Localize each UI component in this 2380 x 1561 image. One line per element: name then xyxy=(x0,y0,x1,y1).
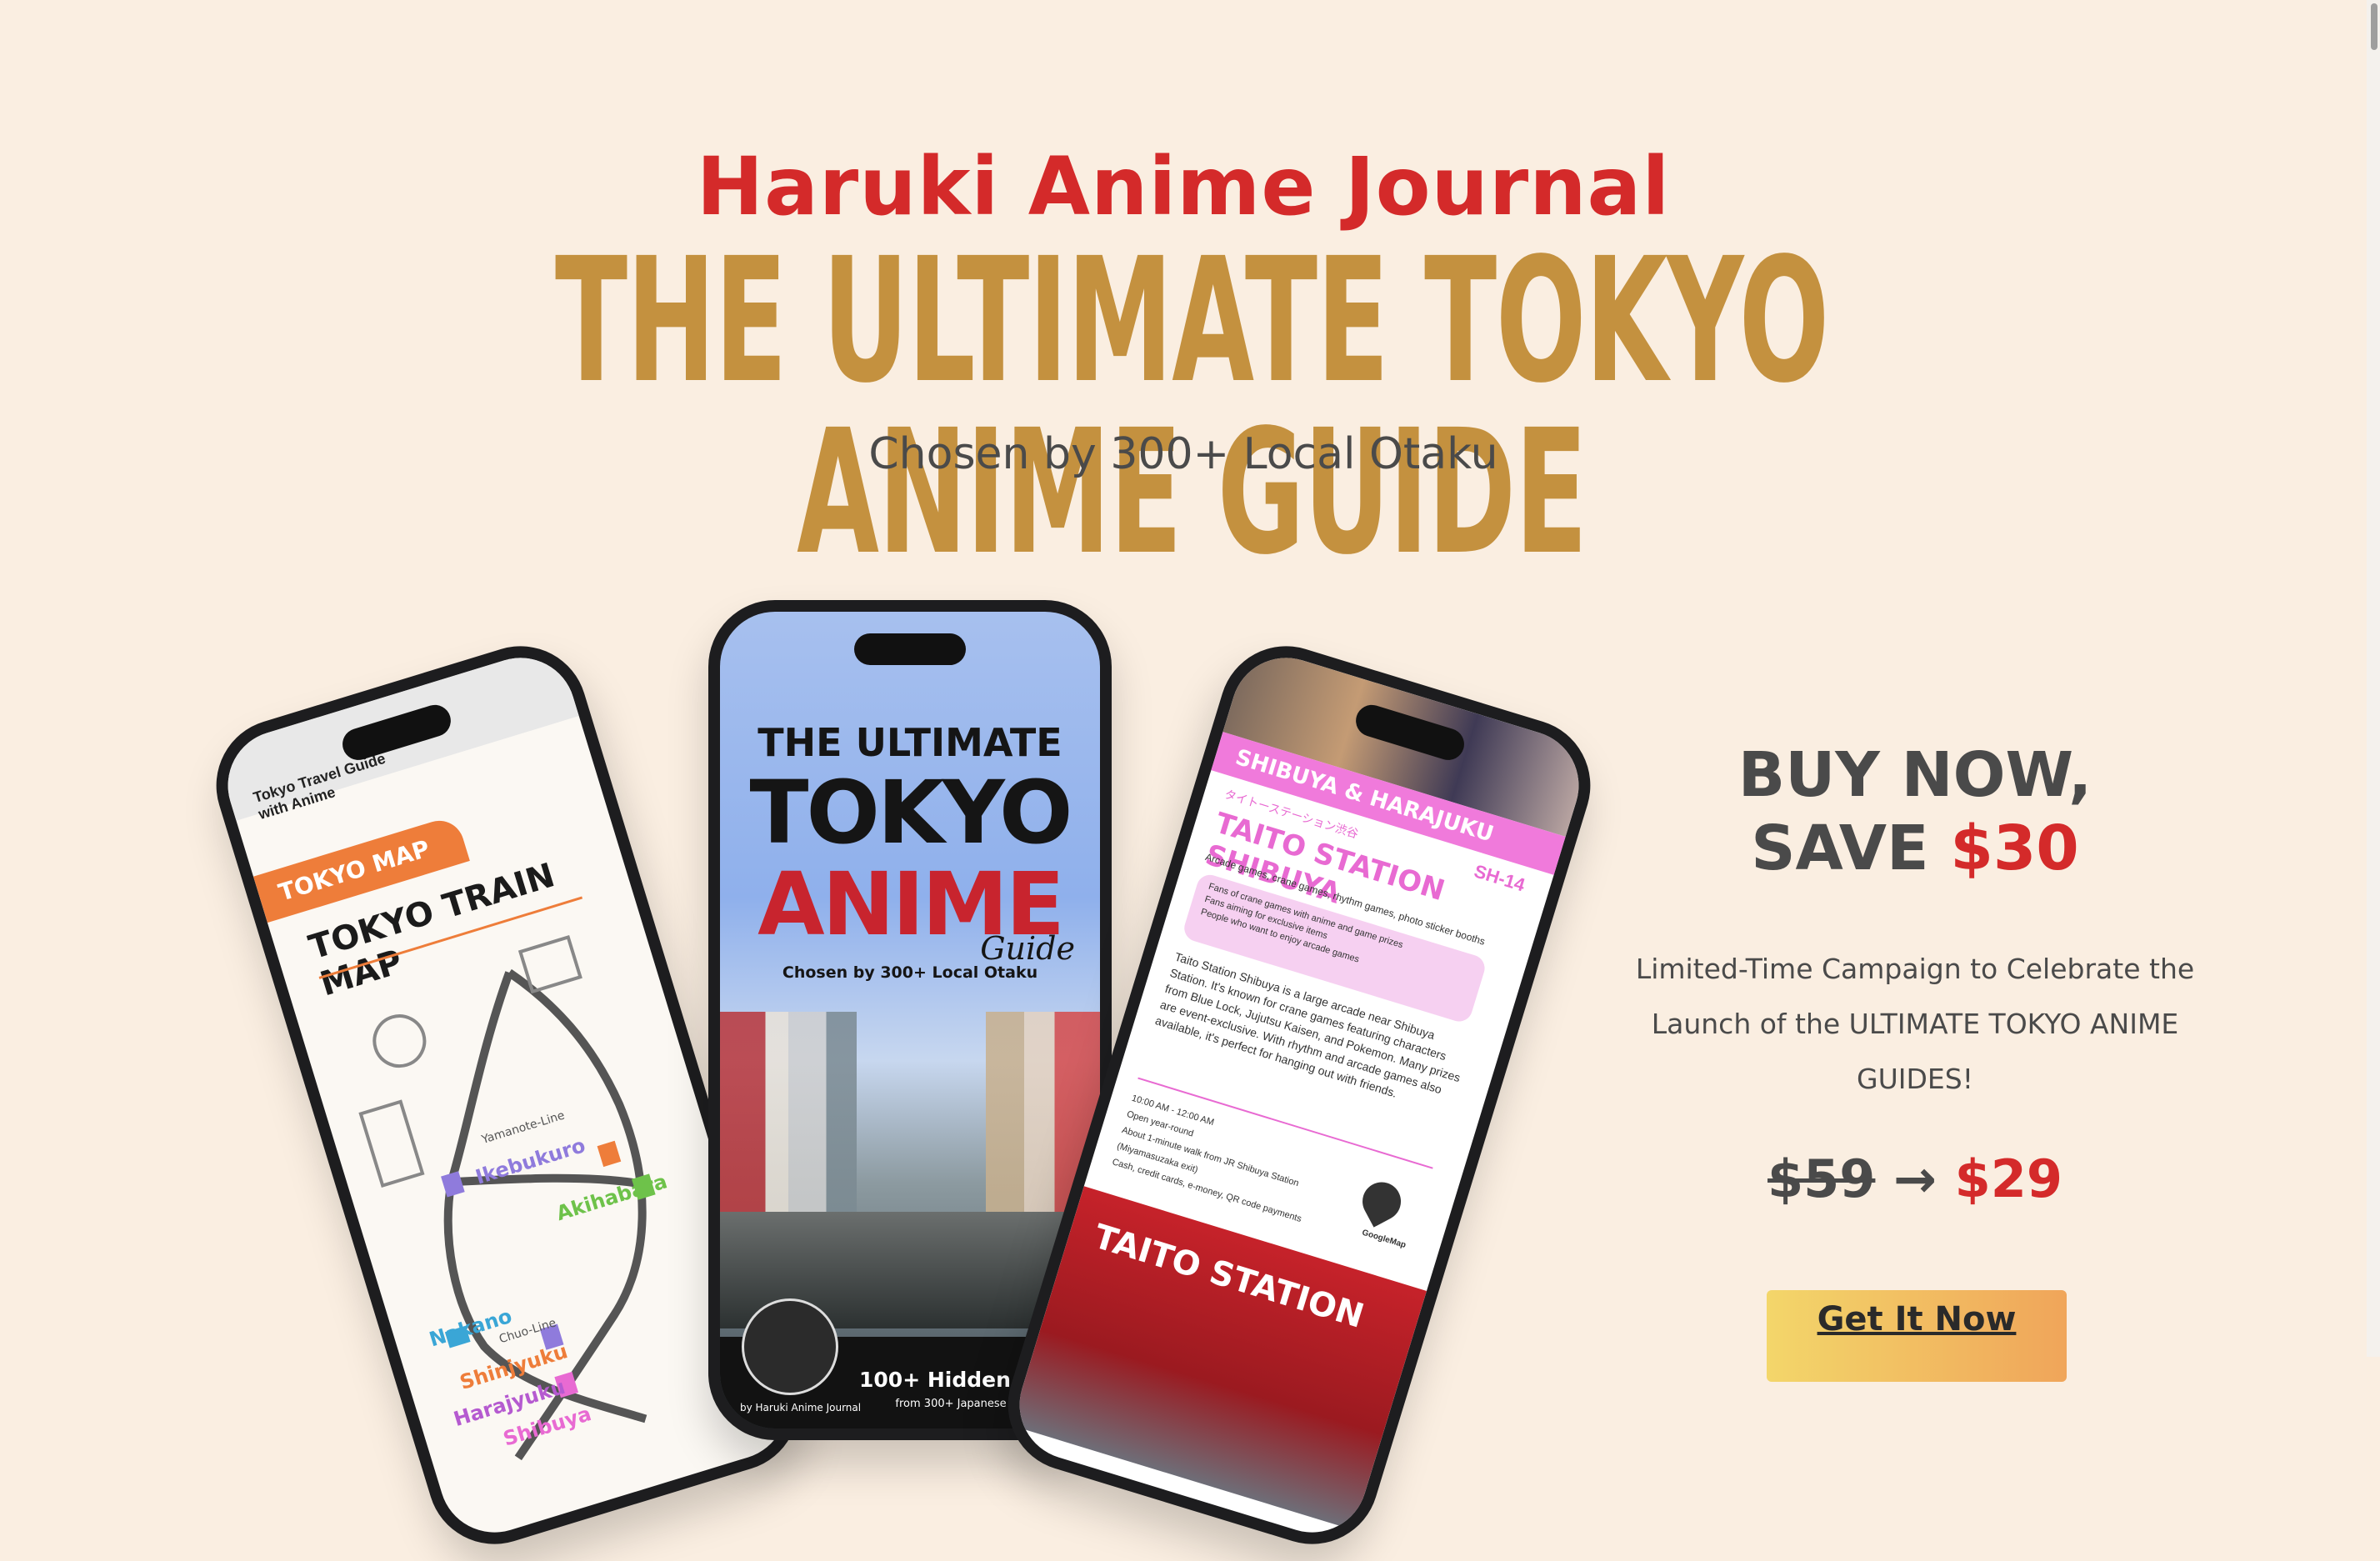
cover-title-line1: THE ULTIMATE xyxy=(758,720,1062,765)
brand-title: Haruki Anime Journal xyxy=(696,140,1671,233)
dynamic-island xyxy=(854,633,966,665)
cover-byline: by Haruki Anime Journal xyxy=(740,1402,862,1413)
google-map-label: GoogleMap xyxy=(1361,1228,1408,1251)
get-it-now-button[interactable]: Get It Now xyxy=(1767,1290,2067,1382)
price-row: $59 → $29 xyxy=(1632,1148,2198,1209)
cta-heading: BUY NOW, SAVE $30 xyxy=(1632,738,2198,885)
new-price: $29 xyxy=(1954,1148,2062,1209)
page-subheadline: Chosen by 300+ Local Otaku xyxy=(868,429,1498,479)
cta-heading-line2: SAVE $30 xyxy=(1632,812,2198,885)
price-arrow-icon: → xyxy=(1893,1148,1937,1209)
scrollbar-thumb[interactable] xyxy=(2371,3,2378,50)
cta-save-word: SAVE xyxy=(1751,813,1929,884)
author-avatar xyxy=(742,1298,838,1395)
cta-heading-line1: BUY NOW, xyxy=(1738,739,2092,811)
page-headline: THE ULTIMATE TOKYO ANIME GUIDE xyxy=(554,221,1829,593)
cover-tagline: Chosen by 300+ Local Otaku xyxy=(782,963,1038,982)
cta-save-amount: $30 xyxy=(1950,813,2079,884)
cover-title-script: Guide xyxy=(980,930,1075,967)
old-price: $59 xyxy=(1768,1148,1876,1209)
cover-title-line2: TOKYO xyxy=(749,762,1073,863)
page-scrollbar[interactable] xyxy=(2367,0,2380,1357)
cta-description: Limited-Time Campaign to Celebrate the L… xyxy=(1635,953,2195,1095)
